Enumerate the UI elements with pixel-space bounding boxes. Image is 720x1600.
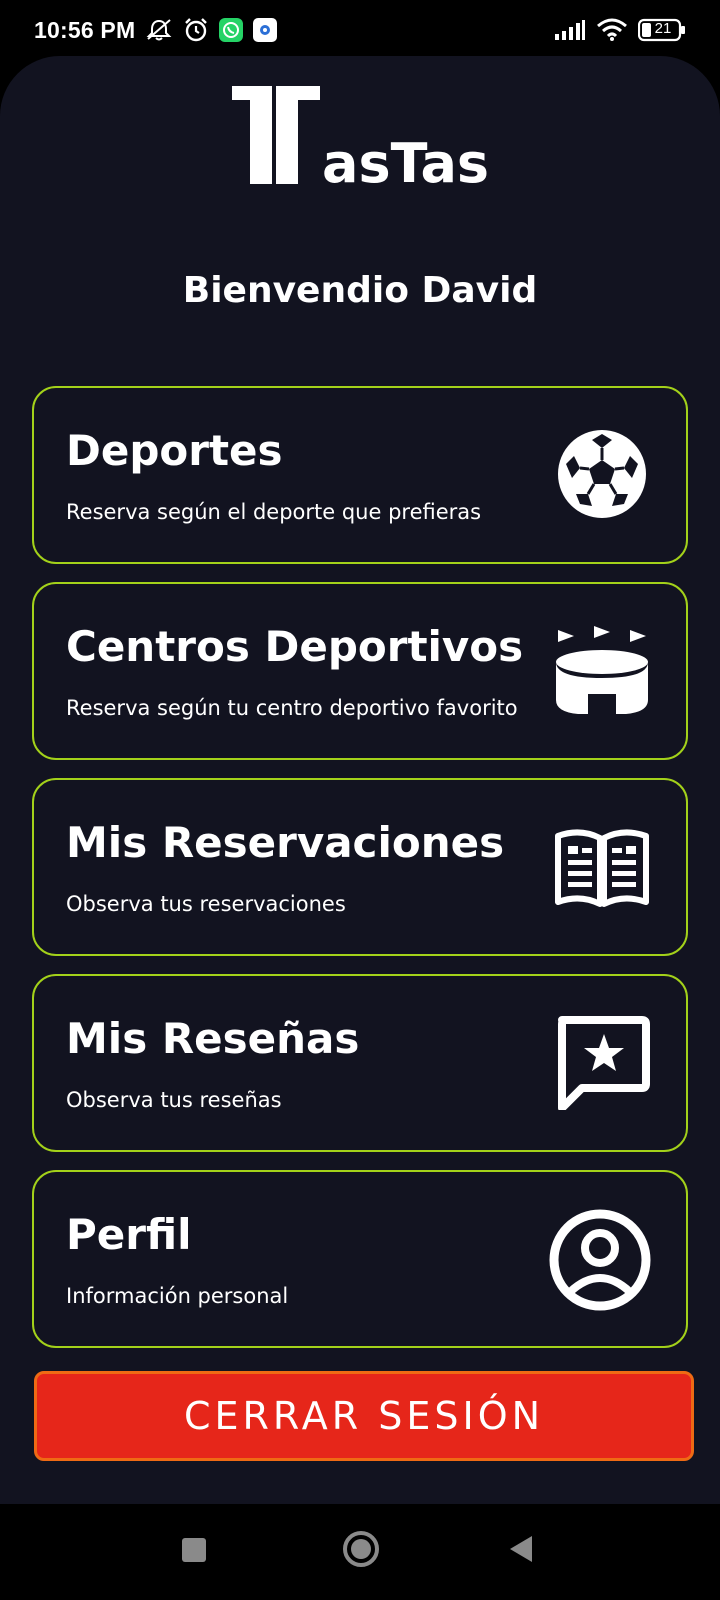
- menu-card-centros-deportivos[interactable]: Centros Deportivos Reserva según tu cent…: [32, 582, 688, 760]
- stadium-icon: [554, 622, 650, 718]
- battery-level: 21: [654, 20, 672, 37]
- card-subtitle: Observa tus reseñas: [66, 1088, 282, 1112]
- card-title: Centros Deportivos: [66, 622, 524, 671]
- soccer-ball-icon: [554, 426, 650, 522]
- card-title: Perfil: [66, 1210, 192, 1259]
- card-subtitle: Información personal: [66, 1284, 289, 1308]
- back-button[interactable]: [508, 1534, 536, 1568]
- card-subtitle: Reserva según tu centro deportivo favori…: [66, 696, 518, 720]
- system-nav-bar: [0, 1504, 720, 1600]
- app-logo: asTas: [232, 86, 492, 195]
- greeting-title: Bienvendio David: [182, 270, 538, 311]
- menu-card-mis-reservaciones[interactable]: Mis Reservaciones Observa tus reservacio…: [32, 778, 688, 956]
- status-bar: 10:56 PM 21: [0, 0, 720, 60]
- menu-card-deportes[interactable]: Deportes Reserva según el deporte que pr…: [32, 386, 688, 564]
- card-subtitle: Observa tus reservaciones: [66, 892, 346, 916]
- menu-card-perfil[interactable]: Perfil Información personal: [32, 1170, 688, 1348]
- logo-text: asTas: [322, 132, 489, 190]
- user-profile-icon: [548, 1208, 652, 1312]
- signal-icon: [554, 19, 586, 41]
- mute-icon: [145, 18, 173, 42]
- alarm-icon: [183, 17, 209, 43]
- star-message-icon: [554, 1014, 650, 1112]
- menu-card-mis-resenas[interactable]: Mis Reseñas Observa tus reseñas: [32, 974, 688, 1152]
- home-button[interactable]: [342, 1530, 380, 1572]
- recents-button[interactable]: [180, 1536, 208, 1568]
- card-subtitle: Reserva según el deporte que prefieras: [66, 500, 482, 524]
- whatsapp-icon: [219, 18, 244, 42]
- card-title: Deportes: [66, 426, 283, 475]
- wifi-icon: [596, 18, 628, 42]
- settings-app-icon: [253, 18, 278, 42]
- logout-button[interactable]: CERRAR SESIÓN: [34, 1371, 694, 1461]
- card-title: Mis Reservaciones: [66, 818, 505, 867]
- battery-icon: 21: [638, 18, 686, 42]
- card-title: Mis Reseñas: [66, 1014, 360, 1063]
- open-book-icon: [554, 818, 650, 914]
- status-time: 10:56 PM: [34, 16, 136, 43]
